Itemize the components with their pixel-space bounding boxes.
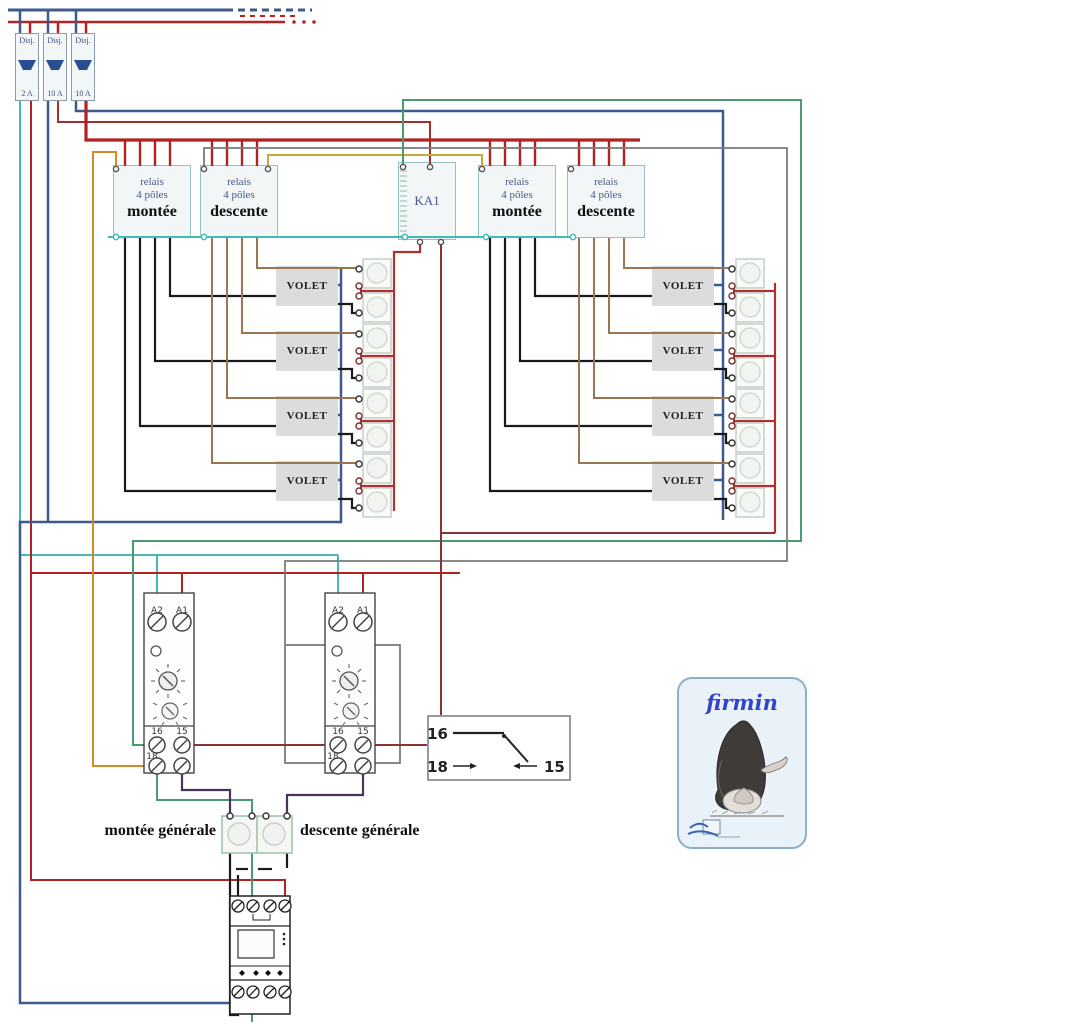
wire-gray (203, 147, 788, 764)
wire-red-ka1 (57, 101, 431, 165)
wire-red-button-bus-right (735, 283, 777, 533)
breaker-label: Disj. (19, 36, 35, 45)
relay-function: montée (127, 203, 177, 221)
wire-purple (180, 774, 365, 816)
legend-box: 16 18 15 (427, 715, 571, 781)
signature-name: firmin (704, 690, 778, 715)
wire-green (132, 99, 802, 1022)
ka1-label: KA1 (414, 193, 440, 208)
relay-up-right: relais 4 pôles montée (478, 165, 556, 238)
breaker-label: Disj. (47, 36, 63, 45)
relay-function: montée (492, 203, 542, 221)
wire-black-up-right (488, 238, 652, 493)
supply-bus (8, 8, 316, 33)
wire-layer: A2 A1 16 15 18 16 18 15 firmin (8, 8, 807, 1022)
circuit-breaker-1: Disj. 2 A (15, 33, 39, 101)
breaker-rating: 2 A (21, 89, 33, 98)
relay-text: 4 pôles (223, 188, 255, 201)
sketch-figure (710, 720, 788, 817)
relay-text: relais (594, 176, 618, 188)
relay-text: relais (505, 176, 529, 188)
circuit-breaker-2: Disj. 10 A (43, 33, 67, 101)
relay-function: descente (577, 203, 635, 221)
label-descente-generale: descente générale (300, 822, 420, 839)
volet-box: VOLET (652, 266, 714, 306)
relay-text: relais (140, 176, 164, 188)
general-buttons (221, 812, 293, 854)
wire-red-button-bus-left (362, 243, 422, 511)
volet-box: VOLET (652, 331, 714, 371)
legend-15: 15 (544, 758, 565, 776)
relay-text: 4 pôles (501, 188, 533, 201)
relay-function: descente (210, 203, 268, 221)
relay-text: relais (227, 176, 251, 188)
legend-16: 16 (427, 725, 448, 743)
volet-box: VOLET (652, 461, 714, 501)
volet-box: VOLET (276, 266, 338, 306)
breaker-rating: 10 A (75, 89, 91, 98)
wire-black-bottom (228, 853, 289, 1017)
relay-up-left: relais 4 pôles montée (113, 165, 191, 238)
signature-card: firmin (677, 677, 807, 849)
wiring-diagram: Disj. 2 A Disj. 10 A Disj. 10 A relais 4… (0, 0, 1091, 1024)
relay-text: 4 pôles (590, 188, 622, 201)
sketch-logo (687, 819, 740, 838)
circuit-breaker-3: Disj. 10 A (71, 33, 95, 101)
volet-box: VOLET (652, 396, 714, 436)
breaker-rating: 10 A (47, 89, 63, 98)
volet-box: VOLET (276, 331, 338, 371)
wire-black-up-left (123, 238, 276, 493)
relay-down-right: relais 4 pôles descente (567, 165, 645, 238)
relay-ka1: KA1 (398, 162, 456, 240)
volet-box: VOLET (276, 461, 338, 501)
breaker-label: Disj. (75, 36, 91, 45)
legend-18: 18 (427, 758, 448, 776)
relay-text: 4 pôles (136, 188, 168, 201)
wire-orange (92, 151, 149, 767)
volet-box: VOLET (276, 396, 338, 436)
label-montee-generale: montée générale (104, 822, 216, 839)
relay-down-left: relais 4 pôles descente (200, 165, 278, 238)
wire-red-phase-bus (84, 101, 640, 166)
